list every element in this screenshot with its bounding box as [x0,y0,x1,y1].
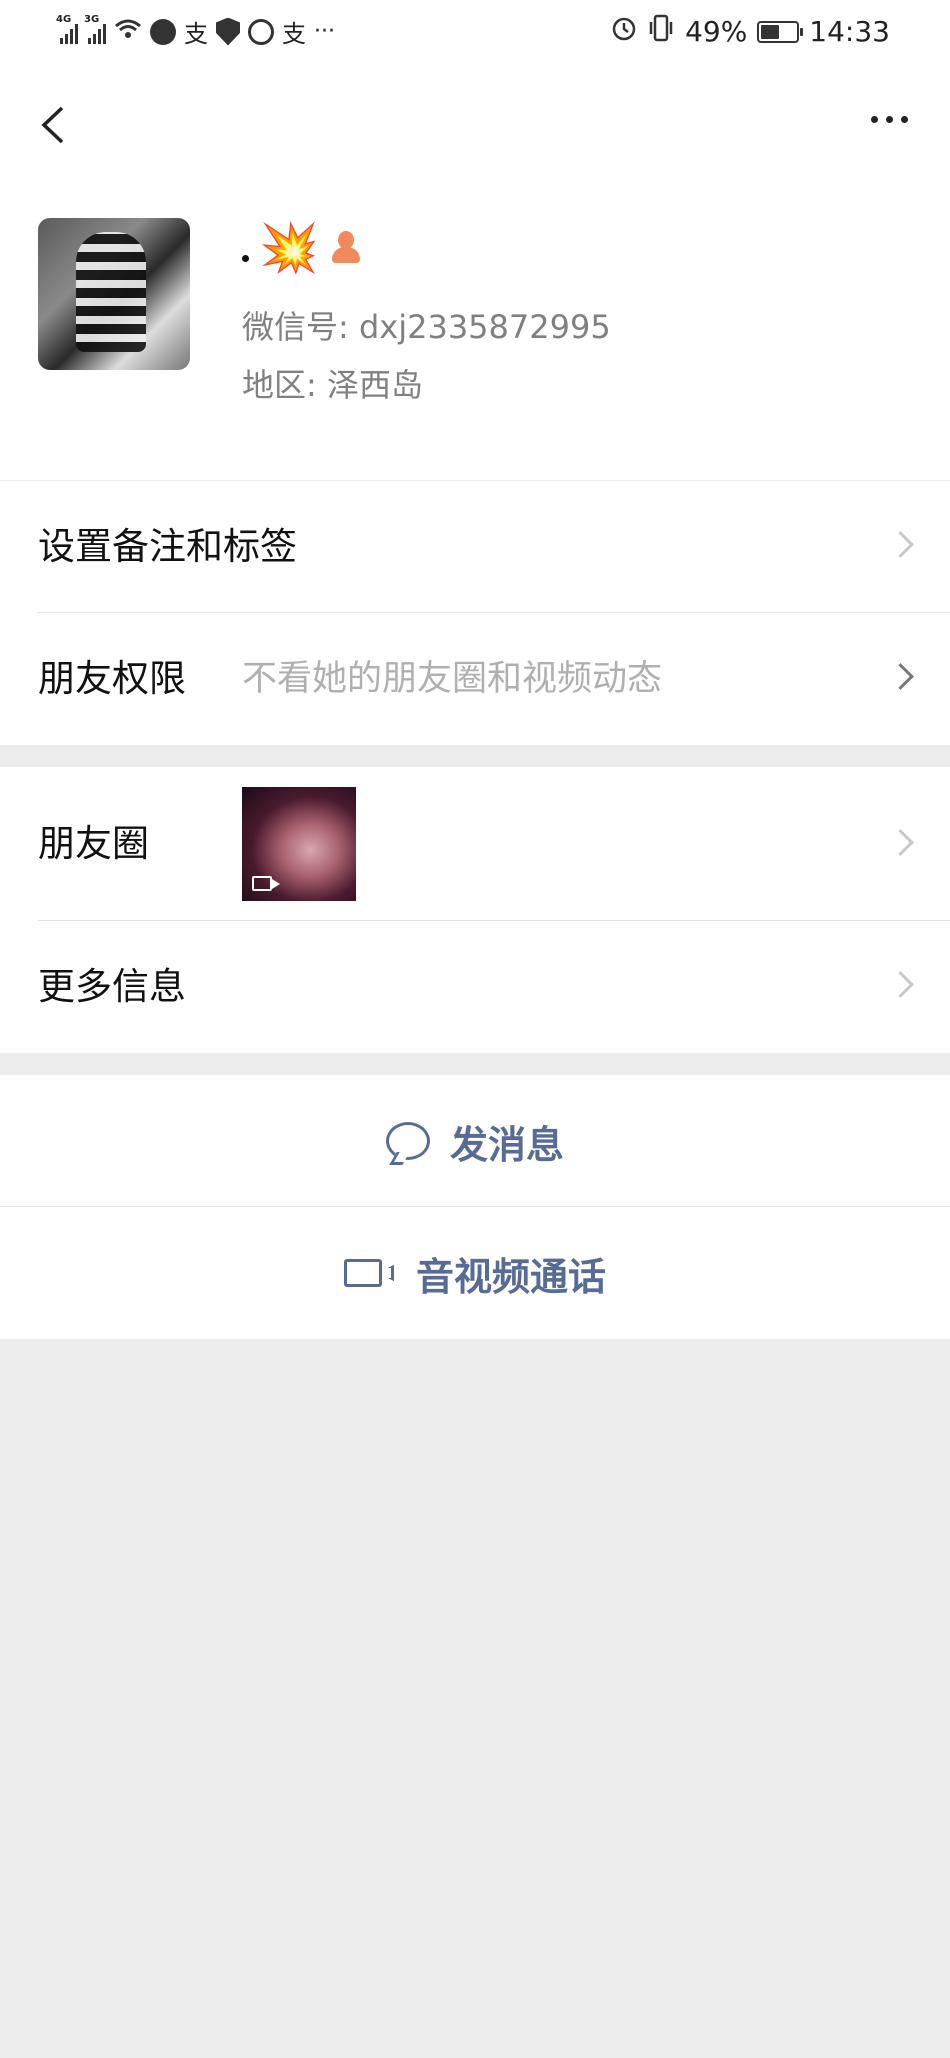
video-icon [252,876,280,891]
more-info-label: 更多信息 [38,965,186,1008]
alipay-icon: 支 [184,20,208,48]
nickname: 💥 [242,224,363,272]
chat-bubble-icon [385,1122,430,1160]
cellular-signal-icon: 4G [56,14,78,44]
chevron-right-icon [887,829,914,856]
nickname-dot [242,254,249,262]
moments-row[interactable]: 朋友圈 [0,767,950,921]
cellular-signal-icon-2: 3G [84,14,106,44]
back-icon[interactable] [36,100,70,150]
moments-thumbnail[interactable] [242,787,356,901]
send-message-button[interactable]: 发消息 [0,1075,950,1207]
video-call-label: 音视频通话 [415,1254,606,1299]
more-info-row[interactable]: 更多信息 [0,921,950,1053]
remark-tags-label: 设置备注和标签 [38,525,297,568]
overflow-icon: ··· [314,19,335,44]
region: 地区: 泽西岛 [242,366,423,404]
navigation-bar [0,66,950,186]
status-bar: 4G 3G 支 支 ··· 49% 14:33 [0,0,950,66]
video-camera-icon [343,1259,382,1287]
clock-time: 14:33 [809,15,890,48]
chevron-right-icon [887,971,914,998]
moments-label: 朋友圈 [38,822,149,865]
avatar[interactable] [38,218,190,370]
alipay-icon-2: 支 [282,20,306,48]
nickname-emoji: 💥 [259,220,319,276]
friend-permission-label: 朋友权限 [38,657,186,700]
friend-permission-row[interactable]: 朋友权限 不看她的朋友圈和视频动态 [0,613,950,745]
chevron-right-icon [887,531,914,558]
app-notification-icon [150,18,176,45]
wifi-icon [114,18,142,46]
friend-permission-value: 不看她的朋友圈和视频动态 [242,659,663,699]
remark-tags-row[interactable]: 设置备注和标签 [0,481,950,613]
chevron-right-icon [887,663,914,690]
send-message-label: 发消息 [449,1122,564,1167]
shield-icon [216,17,240,46]
hand-icon [248,18,274,45]
more-options-icon[interactable] [871,116,908,123]
wechat-id: 微信号: dxj2335872995 [242,308,611,346]
video-call-button[interactable]: 音视频通话 [0,1207,950,1339]
battery-percent: 49% [685,15,748,48]
battery-icon [757,20,804,43]
vibrate-icon [647,14,675,49]
alarm-icon [611,15,637,48]
profile-header: 💥 微信号: dxj2335872995 地区: 泽西岛 [0,186,950,480]
female-icon [329,231,363,265]
